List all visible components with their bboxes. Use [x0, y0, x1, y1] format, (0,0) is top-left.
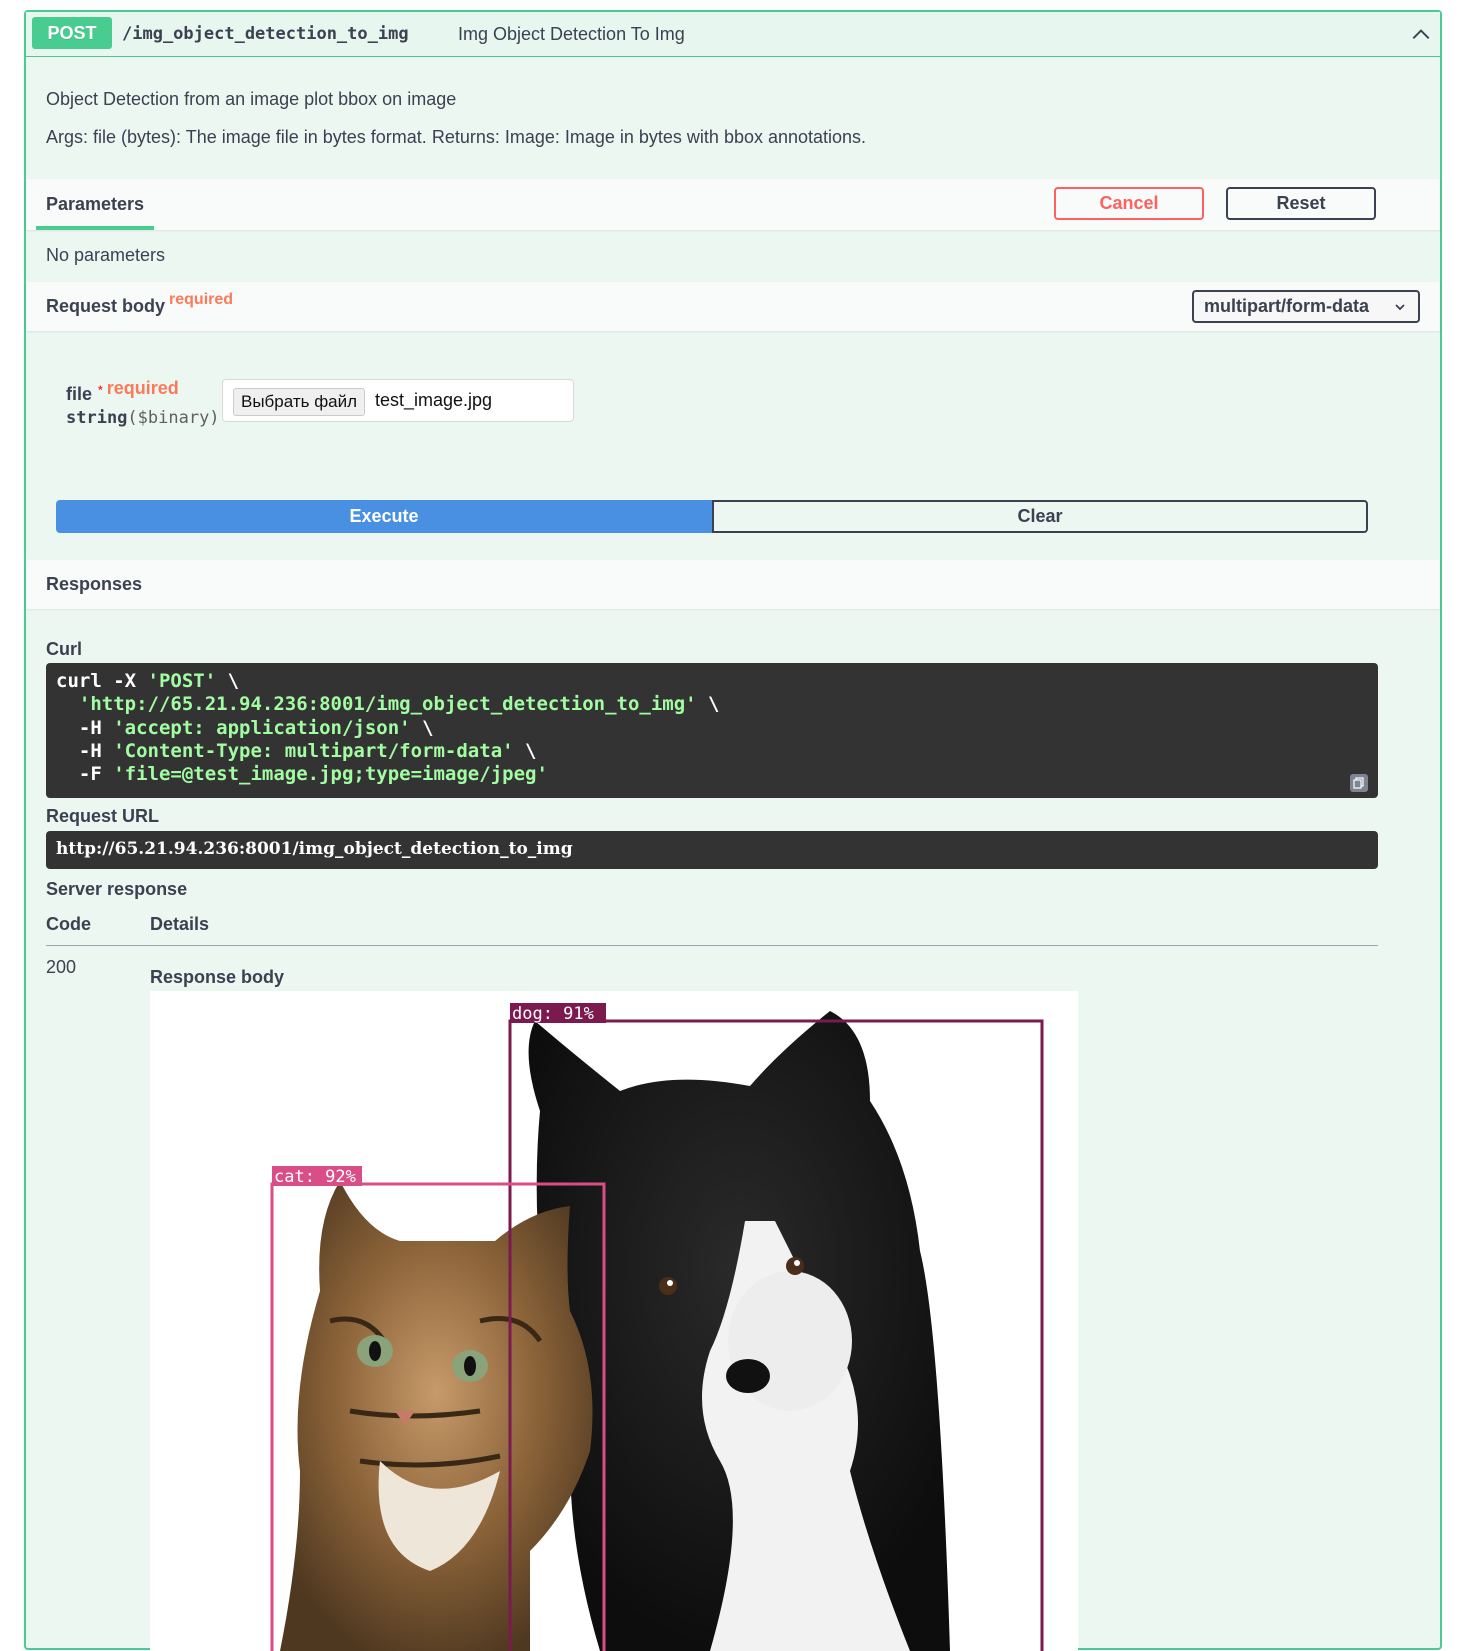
curl-line: -H 'accept: application/json' \	[56, 717, 1368, 740]
file-type-text: string	[66, 408, 128, 428]
operation-description: Object Detection from an image plot bbox…	[46, 89, 457, 109]
copy-icon[interactable]	[1350, 774, 1368, 792]
response-body-label: Response body	[150, 967, 285, 987]
curl-tail-text: \	[216, 670, 240, 692]
dog-detection-label: dog: 91%	[512, 1004, 594, 1024]
dog-illustration	[528, 1011, 950, 1651]
curl-string-text: 'file=@test_image.jpg;type=image/jpeg'	[113, 763, 548, 786]
curl-tail-text: \	[696, 693, 720, 716]
file-input[interactable]: Выбрать файл test_image.jpg	[222, 379, 574, 422]
curl-line: -F 'file=@test_image.jpg;type=image/jpeg…	[56, 763, 1368, 786]
reset-button[interactable]: Reset	[1226, 187, 1376, 220]
operation-summary-text: Img Object Detection To Img	[458, 24, 685, 44]
curl-string-text: 'accept: application/json'	[113, 716, 411, 739]
file-param-label: file	[66, 384, 93, 404]
clear-button[interactable]: Clear	[712, 500, 1368, 533]
responses-header: Responses	[26, 560, 1440, 609]
curl-string-text: 'POST'	[147, 670, 217, 692]
curl-plain-text	[56, 693, 79, 715]
request-url-label: Request URL	[46, 806, 160, 826]
curl-plain-text: -H	[56, 716, 114, 739]
choose-file-button[interactable]: Выбрать файл	[233, 388, 366, 416]
file-required-label: required	[106, 378, 179, 398]
request-body-label: Request body	[46, 296, 166, 316]
curl-plain-text: -H	[56, 739, 114, 762]
request-body-header: Request body required multipart/form-data	[26, 282, 1440, 331]
cat-detection-label: cat: 92%	[274, 1167, 356, 1187]
column-code: Code	[46, 914, 91, 934]
curl-tail-text: \	[513, 739, 537, 762]
file-param-name: file * required	[66, 378, 179, 405]
file-param-type: string($binary)	[66, 408, 220, 428]
content-type-value: multipart/form-data	[1204, 296, 1370, 316]
curl-label: Curl	[46, 639, 82, 659]
curl-string-text: 'http://65.21.94.236:8001/img_object_det…	[78, 693, 697, 716]
server-response-label: Server response	[46, 879, 188, 899]
curl-lines: curl -X 'POST' \ 'http://65.21.94.236:80…	[56, 670, 1368, 786]
response-image: dog: 91% cat: 92%	[150, 991, 1078, 1651]
chosen-file-name: test_image.jpg	[375, 390, 493, 410]
request-url-block[interactable]: http://65.21.94.236:8001/img_object_dete…	[46, 831, 1378, 869]
column-details: Details	[150, 914, 210, 934]
responses-title: Responses	[46, 574, 143, 594]
table-divider	[46, 945, 1378, 946]
operation-path: /img_object_detection_to_img	[122, 24, 409, 44]
curl-code-block[interactable]: curl -X 'POST' \ 'http://65.21.94.236:80…	[46, 663, 1378, 798]
method-badge: POST	[32, 17, 112, 49]
file-format-text: ($binary)	[127, 408, 220, 428]
no-parameters-text: No parameters	[46, 245, 166, 265]
response-code: 200	[46, 957, 77, 977]
execute-button[interactable]: Execute	[56, 500, 712, 533]
request-body-title: Request body required	[46, 291, 233, 317]
cancel-button[interactable]: Cancel	[1054, 187, 1204, 220]
curl-tail-text: \	[410, 716, 434, 739]
chevron-down-icon	[1395, 304, 1405, 311]
curl-line: 'http://65.21.94.236:8001/img_object_det…	[56, 693, 1368, 716]
content-type-select[interactable]: multipart/form-data	[1192, 290, 1420, 323]
tab-parameters[interactable]: Parameters	[46, 194, 144, 215]
curl-line: curl -X 'POST' \	[56, 670, 1368, 693]
cat-illustration	[280, 1181, 593, 1651]
parameters-header: Parameters Cancel Reset	[26, 179, 1440, 230]
curl-string-text: 'Content-Type: multipart/form-data'	[113, 739, 514, 762]
chevron-up-icon[interactable]	[1410, 24, 1432, 46]
operation-summary[interactable]: POST /img_object_detection_to_img Img Ob…	[26, 12, 1440, 57]
required-star: *	[98, 383, 103, 397]
operation-block: POST /img_object_detection_to_img Img Ob…	[24, 10, 1442, 1651]
required-label: required	[169, 291, 234, 308]
detection-image: dog: 91% cat: 92%	[270, 1003, 1044, 1651]
curl-plain-text: curl -X	[56, 670, 148, 692]
tab-underline	[36, 226, 154, 230]
operation-args: Args: file (bytes): The image file in by…	[46, 127, 867, 147]
curl-line: -H 'Content-Type: multipart/form-data' \	[56, 740, 1368, 763]
curl-plain-text: -F	[56, 763, 114, 786]
